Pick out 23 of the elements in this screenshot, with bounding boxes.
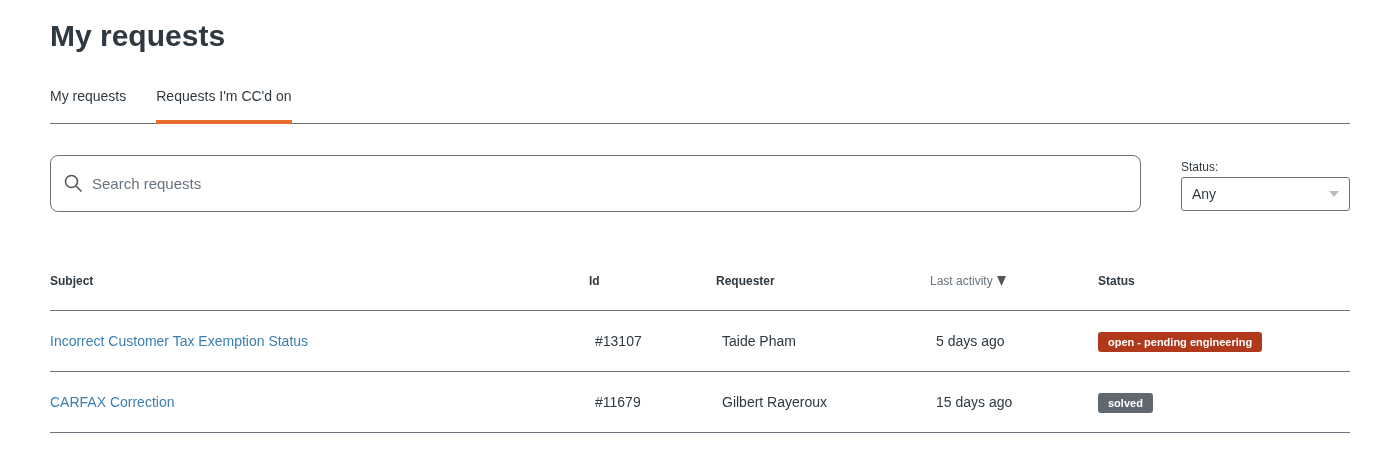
column-header[interactable]: Requester [716, 274, 775, 288]
status-label: Status: [1181, 160, 1220, 174]
table-cell: #13107 [595, 333, 642, 349]
table-cell: 15 days ago [936, 394, 1013, 410]
caret-icon [1329, 191, 1339, 197]
request-link[interactable]: CARFAX Correction [50, 394, 175, 410]
search-field[interactable]: Search requests [50, 155, 1141, 212]
table-cell: Gilbert Rayeroux [722, 394, 828, 410]
tab[interactable]: Requests I'm CC'd on [156, 88, 292, 124]
table-cell: #11679 [595, 394, 641, 410]
status-badge: open - pending engineering [1098, 332, 1263, 352]
column-header[interactable]: Subject [50, 274, 94, 288]
table-cell: 5 days ago [936, 333, 1005, 349]
table-cell: Taide Pham [722, 333, 796, 349]
tab[interactable]: My requests [50, 88, 127, 124]
status-dropdown[interactable]: Any [1181, 177, 1350, 211]
column-header[interactable]: Status [1098, 274, 1135, 288]
column-header[interactable]: Last activity [930, 274, 993, 288]
page-title: My requests [50, 18, 227, 54]
search-icon [64, 174, 83, 193]
column-header[interactable]: Id [589, 274, 600, 288]
status-badge: solved [1098, 393, 1153, 413]
request-link[interactable]: Incorrect Customer Tax Exemption Status [50, 333, 309, 349]
